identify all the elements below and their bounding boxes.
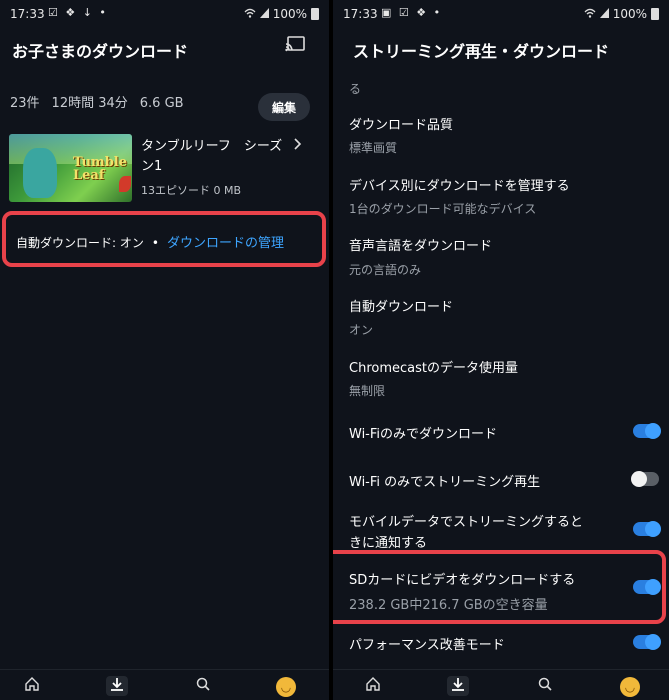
toggle-sd-card[interactable]	[633, 579, 661, 595]
toggle-mobile-data-notify-label: モバイルデータでストリーミングすると きに通知する	[349, 515, 584, 551]
setting-manage-devices-value: 1台のダウンロード可能なデバイス	[349, 202, 537, 216]
download-duration: 12時間 34分	[51, 96, 128, 111]
nav-downloads-icon[interactable]	[447, 676, 469, 696]
avatar-face-icon: ◡	[276, 677, 296, 697]
leaf-shape	[119, 176, 131, 192]
show-thumbnail[interactable]: Tumble Leaf	[9, 134, 132, 202]
toggle-wifi-only-streaming[interactable]	[631, 471, 659, 487]
toggle-wifi-only-streaming-label: Wi-Fi のみでストリーミング再生	[349, 475, 541, 490]
status-time: 17:33	[10, 7, 45, 21]
nav-search-icon[interactable]	[193, 676, 213, 696]
setting-auto-download[interactable]: 自動ダウンロード	[349, 296, 453, 315]
sd-card-free-space: 238.2 GB中216.7 GBの空き容量	[349, 598, 548, 613]
status-bar: 17:33 ▣ ☑ ❖ • 100%	[333, 0, 669, 26]
nav-search-icon[interactable]	[535, 676, 555, 696]
nav-home-icon[interactable]	[363, 676, 383, 696]
status-bar: 17:33 ☑ ❖ ↓ • 100%	[0, 0, 329, 26]
wifi-icon	[584, 7, 596, 21]
signal-icon	[599, 7, 609, 21]
setting-audio-language[interactable]: 音声言語をダウンロード	[349, 235, 492, 254]
bottom-nav: ◡	[333, 669, 669, 700]
battery-percent: 100%	[272, 7, 307, 21]
status-right-icons: 100%	[244, 7, 319, 21]
download-count: 23件	[10, 96, 40, 111]
setting-audio-language-value: 元の言語のみ	[349, 263, 422, 277]
wifi-icon	[244, 7, 256, 21]
auto-download-status: 自動ダウンロード: オン	[16, 236, 144, 250]
show-title[interactable]: タンブルリーフ シーズン1	[141, 137, 291, 177]
toggle-wifi-only-download-label: Wi-Fiのみでダウンロード	[349, 427, 498, 442]
setting-manage-devices[interactable]: デバイス別にダウンロードを管理する	[349, 175, 570, 194]
left-phone-screen: 17:33 ☑ ❖ ↓ • 100% お子さまのダウンロード 23件 12時間 3…	[0, 0, 329, 700]
notification-icons: ▣ ☑ ❖ •	[381, 6, 443, 19]
nav-profile-avatar[interactable]: ◡	[620, 676, 640, 697]
setting-chromecast-data[interactable]: Chromecastのデータ使用量	[349, 357, 518, 376]
auto-download-line: 自動ダウンロード: オン • ダウンロードの管理	[16, 232, 284, 251]
cast-icon[interactable]	[285, 36, 305, 52]
battery-percent: 100%	[612, 7, 647, 21]
truncated-fragment: る	[349, 82, 362, 96]
edit-button[interactable]: 編集	[258, 93, 310, 121]
screenshot-comparison: 17:33 ☑ ❖ ↓ • 100% お子さまのダウンロード 23件 12時間 3…	[0, 0, 669, 700]
toggle-wifi-only-download[interactable]	[633, 423, 661, 439]
battery-icon	[651, 8, 659, 20]
nav-downloads-icon[interactable]	[106, 676, 128, 696]
status-right-icons: 100%	[584, 7, 659, 21]
show-logo: Tumble Leaf	[73, 155, 127, 183]
toggle-performance-mode-label: パフォーマンス改善モード	[349, 638, 505, 653]
setting-download-quality[interactable]: ダウンロード品質	[349, 114, 453, 133]
toggle-performance-mode[interactable]	[633, 634, 661, 650]
signal-icon	[259, 7, 269, 21]
manage-downloads-link[interactable]: ダウンロードの管理	[167, 236, 284, 251]
toggle-sd-card-label: SDカードにビデオをダウンロードする	[349, 573, 576, 588]
right-phone-screen: 17:33 ▣ ☑ ❖ • 100% ストリーミング再生・ダウンロード る ダウ…	[333, 0, 669, 700]
separator-dot: •	[151, 236, 159, 250]
avatar-face-icon: ◡	[620, 677, 640, 697]
status-time: 17:33	[343, 7, 378, 21]
nav-home-icon[interactable]	[22, 676, 42, 696]
page-title: ストリーミング再生・ダウンロード	[353, 42, 610, 61]
setting-auto-download-value: オン	[349, 323, 374, 337]
download-size: 6.6 GB	[139, 96, 184, 111]
battery-icon	[311, 8, 319, 20]
setting-download-quality-value: 標準画質	[349, 141, 398, 155]
chevron-right-icon[interactable]	[294, 138, 302, 154]
notification-icons: ☑ ❖ ↓ •	[48, 6, 108, 19]
page-title: お子さまのダウンロード	[12, 42, 189, 61]
download-summary: 23件 12時間 34分 6.6 GB	[10, 92, 196, 111]
show-meta: 13エピソード 0 MB	[141, 184, 242, 197]
toggle-mobile-data-notify[interactable]	[633, 521, 661, 537]
nav-profile-avatar[interactable]: ◡	[276, 676, 296, 697]
bottom-nav: ◡	[0, 669, 329, 700]
character-figure	[23, 148, 57, 198]
setting-chromecast-data-value: 無制限	[349, 384, 386, 398]
